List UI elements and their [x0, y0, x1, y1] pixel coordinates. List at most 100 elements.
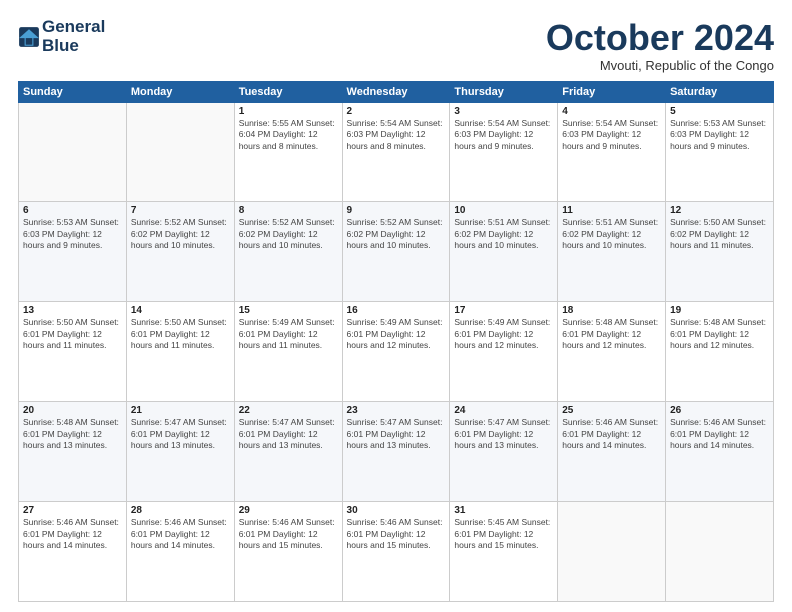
calendar-cell: 16Sunrise: 5:49 AM Sunset: 6:01 PM Dayli…	[342, 302, 450, 402]
calendar-cell: 7Sunrise: 5:52 AM Sunset: 6:02 PM Daylig…	[126, 202, 234, 302]
calendar-cell: 3Sunrise: 5:54 AM Sunset: 6:03 PM Daylig…	[450, 102, 558, 202]
calendar-cell: 9Sunrise: 5:52 AM Sunset: 6:02 PM Daylig…	[342, 202, 450, 302]
header-wednesday: Wednesday	[342, 81, 450, 102]
day-number: 16	[347, 305, 446, 316]
day-info: Sunrise: 5:46 AM Sunset: 6:01 PM Dayligh…	[670, 417, 769, 451]
day-number: 12	[670, 205, 769, 216]
day-info: Sunrise: 5:46 AM Sunset: 6:01 PM Dayligh…	[562, 417, 661, 451]
day-info: Sunrise: 5:52 AM Sunset: 6:02 PM Dayligh…	[347, 217, 446, 251]
calendar-cell: 4Sunrise: 5:54 AM Sunset: 6:03 PM Daylig…	[558, 102, 666, 202]
calendar-week-5: 27Sunrise: 5:46 AM Sunset: 6:01 PM Dayli…	[19, 502, 774, 602]
day-info: Sunrise: 5:54 AM Sunset: 6:03 PM Dayligh…	[347, 118, 446, 152]
calendar-cell: 29Sunrise: 5:46 AM Sunset: 6:01 PM Dayli…	[234, 502, 342, 602]
day-number: 15	[239, 305, 338, 316]
day-number: 27	[23, 505, 122, 516]
day-info: Sunrise: 5:50 AM Sunset: 6:01 PM Dayligh…	[131, 317, 230, 351]
day-number: 31	[454, 505, 553, 516]
calendar-cell: 31Sunrise: 5:45 AM Sunset: 6:01 PM Dayli…	[450, 502, 558, 602]
day-number: 21	[131, 405, 230, 416]
day-number: 28	[131, 505, 230, 516]
calendar-cell: 2Sunrise: 5:54 AM Sunset: 6:03 PM Daylig…	[342, 102, 450, 202]
calendar-cell: 14Sunrise: 5:50 AM Sunset: 6:01 PM Dayli…	[126, 302, 234, 402]
day-info: Sunrise: 5:47 AM Sunset: 6:01 PM Dayligh…	[239, 417, 338, 451]
day-info: Sunrise: 5:46 AM Sunset: 6:01 PM Dayligh…	[23, 517, 122, 551]
calendar-header-row: Sunday Monday Tuesday Wednesday Thursday…	[19, 81, 774, 102]
logo-line1: General	[42, 18, 105, 37]
month-title: October 2024	[546, 18, 774, 58]
day-info: Sunrise: 5:51 AM Sunset: 6:02 PM Dayligh…	[562, 217, 661, 251]
calendar-cell: 24Sunrise: 5:47 AM Sunset: 6:01 PM Dayli…	[450, 402, 558, 502]
calendar-cell: 10Sunrise: 5:51 AM Sunset: 6:02 PM Dayli…	[450, 202, 558, 302]
calendar-cell: 6Sunrise: 5:53 AM Sunset: 6:03 PM Daylig…	[19, 202, 127, 302]
header: General Blue October 2024 Mvouti, Republ…	[18, 18, 774, 73]
day-number: 2	[347, 106, 446, 117]
day-info: Sunrise: 5:54 AM Sunset: 6:03 PM Dayligh…	[562, 118, 661, 152]
calendar-cell: 22Sunrise: 5:47 AM Sunset: 6:01 PM Dayli…	[234, 402, 342, 502]
calendar-week-3: 13Sunrise: 5:50 AM Sunset: 6:01 PM Dayli…	[19, 302, 774, 402]
day-number: 30	[347, 505, 446, 516]
day-number: 24	[454, 405, 553, 416]
day-info: Sunrise: 5:53 AM Sunset: 6:03 PM Dayligh…	[670, 118, 769, 152]
calendar-cell: 15Sunrise: 5:49 AM Sunset: 6:01 PM Dayli…	[234, 302, 342, 402]
calendar-week-4: 20Sunrise: 5:48 AM Sunset: 6:01 PM Dayli…	[19, 402, 774, 502]
calendar-cell: 26Sunrise: 5:46 AM Sunset: 6:01 PM Dayli…	[666, 402, 774, 502]
day-number: 22	[239, 405, 338, 416]
calendar-cell: 13Sunrise: 5:50 AM Sunset: 6:01 PM Dayli…	[19, 302, 127, 402]
calendar-cell: 19Sunrise: 5:48 AM Sunset: 6:01 PM Dayli…	[666, 302, 774, 402]
day-number: 7	[131, 205, 230, 216]
calendar-table: Sunday Monday Tuesday Wednesday Thursday…	[18, 81, 774, 602]
day-number: 20	[23, 405, 122, 416]
calendar-cell: 20Sunrise: 5:48 AM Sunset: 6:01 PM Dayli…	[19, 402, 127, 502]
day-info: Sunrise: 5:47 AM Sunset: 6:01 PM Dayligh…	[454, 417, 553, 451]
day-info: Sunrise: 5:49 AM Sunset: 6:01 PM Dayligh…	[454, 317, 553, 351]
calendar-cell: 8Sunrise: 5:52 AM Sunset: 6:02 PM Daylig…	[234, 202, 342, 302]
day-info: Sunrise: 5:46 AM Sunset: 6:01 PM Dayligh…	[131, 517, 230, 551]
day-number: 23	[347, 405, 446, 416]
day-info: Sunrise: 5:49 AM Sunset: 6:01 PM Dayligh…	[239, 317, 338, 351]
day-number: 1	[239, 106, 338, 117]
header-sunday: Sunday	[19, 81, 127, 102]
day-info: Sunrise: 5:47 AM Sunset: 6:01 PM Dayligh…	[347, 417, 446, 451]
calendar-cell: 18Sunrise: 5:48 AM Sunset: 6:01 PM Dayli…	[558, 302, 666, 402]
day-info: Sunrise: 5:47 AM Sunset: 6:01 PM Dayligh…	[131, 417, 230, 451]
header-thursday: Thursday	[450, 81, 558, 102]
calendar-page: General Blue October 2024 Mvouti, Republ…	[0, 0, 792, 612]
day-info: Sunrise: 5:51 AM Sunset: 6:02 PM Dayligh…	[454, 217, 553, 251]
day-info: Sunrise: 5:48 AM Sunset: 6:01 PM Dayligh…	[23, 417, 122, 451]
day-number: 13	[23, 305, 122, 316]
day-info: Sunrise: 5:54 AM Sunset: 6:03 PM Dayligh…	[454, 118, 553, 152]
calendar-cell: 25Sunrise: 5:46 AM Sunset: 6:01 PM Dayli…	[558, 402, 666, 502]
day-info: Sunrise: 5:48 AM Sunset: 6:01 PM Dayligh…	[562, 317, 661, 351]
calendar-cell: 12Sunrise: 5:50 AM Sunset: 6:02 PM Dayli…	[666, 202, 774, 302]
location-subtitle: Mvouti, Republic of the Congo	[546, 58, 774, 73]
day-number: 8	[239, 205, 338, 216]
day-number: 29	[239, 505, 338, 516]
calendar-cell: 1Sunrise: 5:55 AM Sunset: 6:04 PM Daylig…	[234, 102, 342, 202]
day-number: 25	[562, 405, 661, 416]
day-info: Sunrise: 5:55 AM Sunset: 6:04 PM Dayligh…	[239, 118, 338, 152]
day-number: 6	[23, 205, 122, 216]
title-block: October 2024 Mvouti, Republic of the Con…	[546, 18, 774, 73]
day-number: 4	[562, 106, 661, 117]
calendar-cell	[126, 102, 234, 202]
header-friday: Friday	[558, 81, 666, 102]
day-number: 14	[131, 305, 230, 316]
day-number: 9	[347, 205, 446, 216]
day-info: Sunrise: 5:52 AM Sunset: 6:02 PM Dayligh…	[131, 217, 230, 251]
calendar-cell: 5Sunrise: 5:53 AM Sunset: 6:03 PM Daylig…	[666, 102, 774, 202]
calendar-week-2: 6Sunrise: 5:53 AM Sunset: 6:03 PM Daylig…	[19, 202, 774, 302]
calendar-week-1: 1Sunrise: 5:55 AM Sunset: 6:04 PM Daylig…	[19, 102, 774, 202]
day-info: Sunrise: 5:50 AM Sunset: 6:01 PM Dayligh…	[23, 317, 122, 351]
logo-line2: Blue	[42, 37, 105, 56]
logo-text: General Blue	[42, 18, 105, 55]
calendar-cell	[666, 502, 774, 602]
calendar-cell	[19, 102, 127, 202]
logo-icon	[18, 26, 40, 48]
day-number: 18	[562, 305, 661, 316]
day-number: 3	[454, 106, 553, 117]
calendar-cell: 17Sunrise: 5:49 AM Sunset: 6:01 PM Dayli…	[450, 302, 558, 402]
calendar-cell	[558, 502, 666, 602]
calendar-cell: 11Sunrise: 5:51 AM Sunset: 6:02 PM Dayli…	[558, 202, 666, 302]
day-number: 10	[454, 205, 553, 216]
day-info: Sunrise: 5:52 AM Sunset: 6:02 PM Dayligh…	[239, 217, 338, 251]
